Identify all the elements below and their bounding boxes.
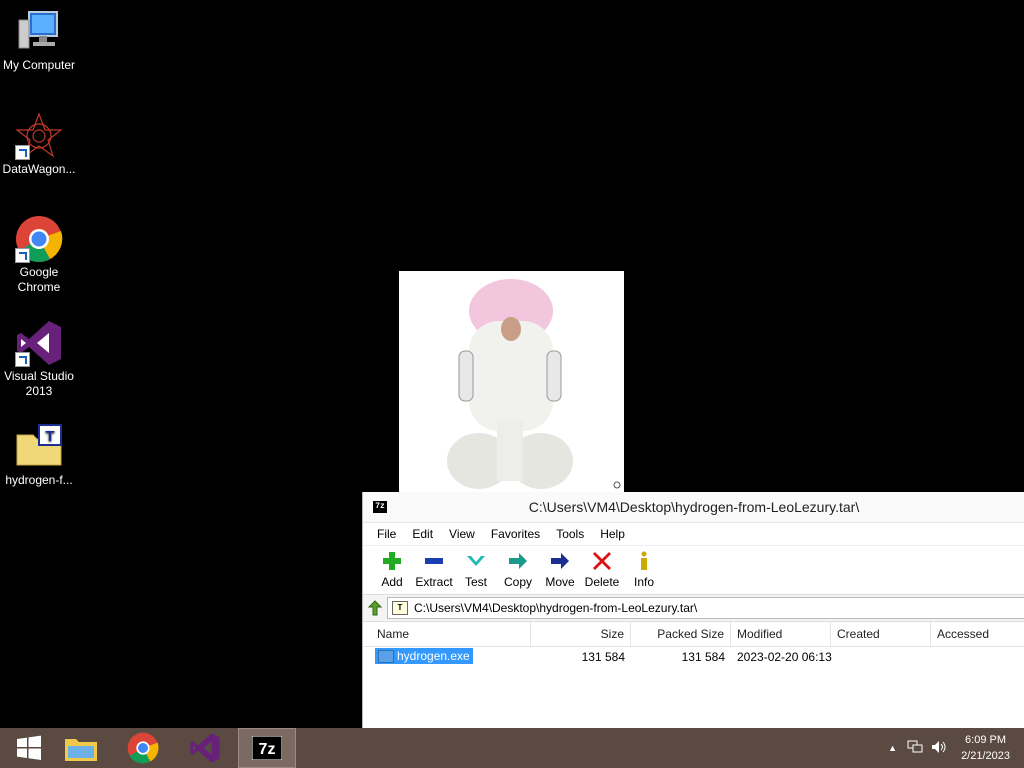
list-header: Name Size Packed Size Modified Created A… — [363, 622, 1024, 647]
desktop-icon-label: Google Chrome — [17, 265, 61, 294]
info-button[interactable]: Info — [623, 546, 665, 594]
table-row[interactable]: hydrogen.exe 131 584 131 584 2023-02-20 … — [363, 647, 1024, 667]
move-icon — [551, 553, 569, 569]
taskbar-7zip[interactable]: 7z — [238, 728, 296, 768]
taskbar-visual-studio[interactable] — [176, 728, 234, 768]
address-field[interactable]: T C:\Users\VM4\Desktop\hydrogen-from-Leo… — [387, 597, 1024, 619]
column-size[interactable]: Size — [531, 622, 631, 646]
7zip-window[interactable]: 7z C:\Users\VM4\Desktop\hydrogen-from-Le… — [362, 492, 1024, 728]
menu-help[interactable]: Help — [592, 527, 633, 541]
desktop-icon-visual-studio[interactable]: Visual Studio 2013 — [0, 319, 78, 399]
column-modified[interactable]: Modified — [731, 622, 831, 646]
windows-logo-icon — [17, 735, 41, 760]
size-cell: 131 584 — [581, 650, 625, 664]
visual-studio-icon — [15, 319, 63, 367]
show-hidden-icons-icon[interactable]: ▲ — [888, 743, 897, 753]
shortcut-arrow-icon — [15, 352, 30, 367]
folder-icon — [65, 739, 97, 761]
system-tray: ▲ 6:09 PM 2/21/2023 — [888, 728, 1010, 768]
menu-view[interactable]: View — [441, 527, 483, 541]
up-arrow-icon — [367, 600, 383, 616]
up-folder-button[interactable] — [363, 600, 387, 616]
menu-tools[interactable]: Tools — [548, 527, 592, 541]
start-button[interactable] — [0, 728, 58, 768]
shortcut-arrow-icon — [15, 248, 30, 263]
window-title: C:\Users\VM4\Desktop\hydrogen-from-LeoLe… — [528, 499, 860, 515]
test-button[interactable]: Test — [455, 546, 497, 594]
test-icon — [467, 556, 485, 566]
chrome-icon — [127, 732, 159, 764]
menu-file[interactable]: File — [369, 527, 404, 541]
clock[interactable]: 6:09 PM 2/21/2023 — [961, 732, 1010, 764]
menu-bar: File Edit View Favorites Tools Help — [363, 523, 1024, 546]
menu-edit[interactable]: Edit — [404, 527, 441, 541]
visual-studio-icon — [190, 733, 220, 763]
desktop-icon-label: My Computer — [2, 58, 76, 72]
datawagon-icon — [15, 112, 63, 160]
chrome-icon — [15, 215, 63, 263]
network-icon[interactable] — [907, 740, 923, 757]
address-text: C:\Users\VM4\Desktop\hydrogen-from-LeoLe… — [414, 601, 698, 615]
desktop-icon-hydrogen-archive[interactable]: T hydrogen-f... — [0, 423, 78, 488]
desktop-icon-chrome[interactable]: Google Chrome — [0, 215, 78, 295]
desktop-icon-datawagon[interactable]: DataWagon... — [0, 112, 78, 177]
add-icon — [383, 552, 401, 570]
7zip-icon: 7z — [252, 736, 282, 760]
archive-icon: T — [392, 601, 408, 615]
file-name-cell[interactable]: hydrogen.exe — [375, 648, 473, 665]
svg-text:T: T — [45, 428, 54, 445]
delete-icon — [593, 552, 611, 570]
title-bar[interactable]: 7z C:\Users\VM4\Desktop\hydrogen-from-Le… — [363, 492, 1024, 523]
packed-size-cell: 131 584 — [681, 650, 725, 664]
address-bar: T C:\Users\VM4\Desktop\hydrogen-from-Leo… — [363, 594, 1024, 622]
desktop-icon-my-computer[interactable]: My Computer — [0, 8, 78, 73]
shortcut-arrow-icon — [15, 145, 30, 160]
svg-text:7z: 7z — [259, 741, 276, 758]
column-packed-size[interactable]: Packed Size — [631, 622, 731, 646]
copy-button[interactable]: Copy — [497, 546, 539, 594]
move-button[interactable]: Move — [539, 546, 581, 594]
column-created[interactable]: Created — [831, 622, 931, 646]
clock-time: 6:09 PM — [965, 734, 1007, 746]
modified-cell: 2023-02-20 06:13 — [737, 650, 832, 664]
taskbar: 7z ▲ 6:09 PM 2/21/2023 — [0, 728, 1024, 768]
desktop-icon-label: DataWagon... — [2, 162, 76, 176]
add-button[interactable]: Add — [371, 546, 413, 594]
delete-button[interactable]: Delete — [581, 546, 623, 594]
column-name[interactable]: Name — [371, 622, 531, 646]
extract-icon — [425, 558, 443, 564]
copy-icon — [509, 553, 527, 569]
taskbar-file-explorer[interactable] — [52, 728, 110, 768]
exe-file-icon — [378, 649, 394, 663]
column-accessed[interactable]: Accessed — [931, 622, 1024, 646]
archive-file-icon: T — [15, 423, 63, 471]
clock-date: 2/21/2023 — [961, 750, 1010, 762]
info-icon — [641, 551, 647, 570]
desktop-icon-label: hydrogen-f... — [5, 473, 73, 487]
menu-favorites[interactable]: Favorites — [483, 527, 548, 541]
desktop-icon-label: Visual Studio 2013 — [4, 369, 74, 398]
taskbar-chrome[interactable] — [114, 728, 172, 768]
toolbar: Add Extract Test Copy Move Delete Info — [363, 546, 1024, 594]
extract-button[interactable]: Extract — [413, 546, 455, 594]
image-preview — [399, 271, 624, 492]
volume-icon[interactable] — [931, 740, 947, 757]
my-computer-icon — [15, 8, 63, 56]
